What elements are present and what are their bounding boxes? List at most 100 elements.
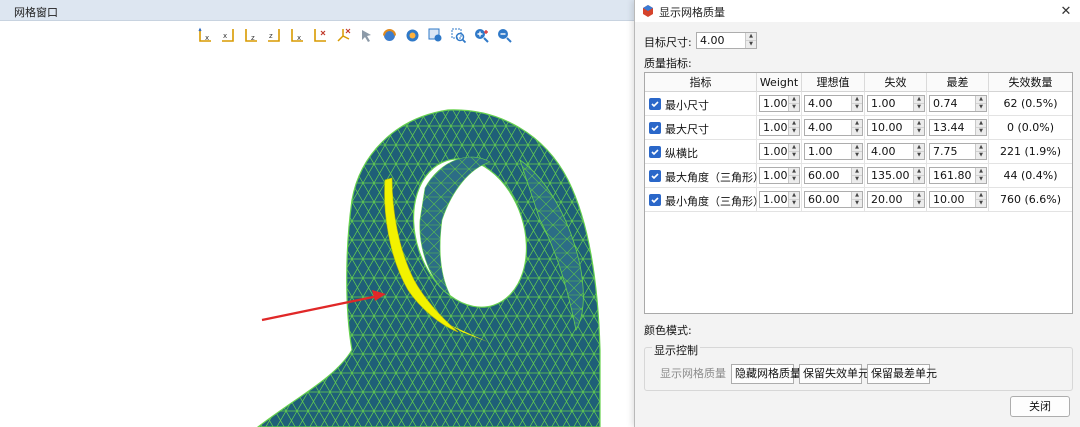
worst-stepper[interactable]: 13.44 ▲ ▼ [929, 119, 987, 136]
ideal-stepper[interactable]: 1.00 ▲ ▼ [804, 143, 863, 160]
zoom-box-icon[interactable] [426, 26, 445, 45]
weight-stepper[interactable]: 1.00 ▲ ▼ [759, 119, 800, 136]
ideal-stepper[interactable]: 4.00 ▲ ▼ [804, 119, 863, 136]
spin-up-icon[interactable]: ▲ [914, 96, 924, 103]
spin-down-icon[interactable]: ▼ [976, 199, 986, 207]
column-header[interactable]: 最差 [927, 73, 989, 92]
target-size-stepper[interactable]: 4.00 ▲ ▼ [696, 32, 757, 49]
ideal-stepper[interactable]: 4.00 ▲ ▼ [804, 95, 863, 112]
close-button[interactable]: 关闭 [1010, 396, 1070, 417]
spin-up-icon[interactable]: ▲ [852, 144, 862, 151]
keep-worst-elements-button[interactable]: 保留最差单元 [867, 364, 937, 384]
mesh-window: 网格窗口 x x z z x [0, 0, 640, 427]
spin-down-icon[interactable]: ▼ [852, 103, 862, 111]
spin-up-icon[interactable]: ▲ [789, 96, 799, 103]
spin-up-icon[interactable]: ▲ [976, 144, 986, 151]
spin-up-icon[interactable]: ▲ [914, 120, 924, 127]
show-mesh-quality-button[interactable]: 显示网格质量 [656, 364, 726, 384]
row-checkbox[interactable] [649, 122, 661, 134]
spin-down-icon[interactable]: ▼ [852, 199, 862, 207]
worst-stepper[interactable]: 0.74 ▲ ▼ [929, 95, 987, 112]
keep-failed-elements-button[interactable]: 保留失效单元 [799, 364, 869, 384]
axis-y-z-icon[interactable]: z [242, 26, 261, 45]
weight-stepper[interactable]: 1.00 ▲ ▼ [759, 167, 800, 184]
spin-down-icon[interactable]: ▼ [789, 175, 799, 183]
spin-down-icon[interactable]: ▼ [914, 175, 924, 183]
axis-x-z-icon[interactable] [311, 26, 330, 45]
spin-up-icon[interactable]: ▲ [789, 192, 799, 199]
column-header[interactable]: 失效数量 [989, 73, 1072, 92]
hide-mesh-quality-button[interactable]: 隐藏网格质量 [731, 364, 801, 384]
spin-down-icon[interactable]: ▼ [976, 103, 986, 111]
axis-x-y-icon[interactable]: x [219, 26, 238, 45]
select-arrow-icon[interactable] [357, 26, 376, 45]
row-checkbox[interactable] [649, 98, 661, 110]
spin-down-icon[interactable]: ▼ [976, 151, 986, 159]
weight-stepper[interactable]: 1.00 ▲ ▼ [759, 191, 800, 208]
spin-down-icon[interactable]: ▼ [852, 175, 862, 183]
spin-down-icon[interactable]: ▼ [914, 199, 924, 207]
axis-y-x-icon[interactable]: x [196, 26, 215, 45]
display-control-group: 显示控制 显示网格质量 隐藏网格质量 保留失效单元 保留最差单元 [644, 342, 1073, 391]
spin-down-icon[interactable]: ▼ [746, 40, 756, 48]
column-header[interactable]: Weight [757, 73, 802, 92]
spin-up-icon[interactable]: ▲ [914, 168, 924, 175]
spin-up-icon[interactable]: ▲ [976, 120, 986, 127]
spin-up-icon[interactable]: ▲ [746, 33, 756, 40]
spin-up-icon[interactable]: ▲ [852, 168, 862, 175]
mesh-quality-dialog: 显示网格质量 ✕ 目标尺寸: 4.00 ▲ ▼ 质量指标: 指标 Weight 理… [634, 0, 1080, 427]
spin-up-icon[interactable]: ▲ [976, 168, 986, 175]
spin-down-icon[interactable]: ▼ [789, 127, 799, 135]
fail-stepper[interactable]: 20.00 ▲ ▼ [867, 191, 925, 208]
fail-stepper[interactable]: 135.00 ▲ ▼ [867, 167, 925, 184]
spin-down-icon[interactable]: ▼ [789, 151, 799, 159]
spin-up-icon[interactable]: ▲ [976, 192, 986, 199]
spin-up-icon[interactable]: ▲ [976, 96, 986, 103]
fit-view-icon[interactable] [403, 26, 422, 45]
zoom-out-icon[interactable] [495, 26, 514, 45]
ideal-stepper[interactable]: 60.00 ▲ ▼ [804, 167, 863, 184]
axis-z-x-icon[interactable]: x [288, 26, 307, 45]
spin-up-icon[interactable]: ▲ [914, 192, 924, 199]
worst-stepper[interactable]: 161.80 ▲ ▼ [929, 167, 987, 184]
spin-down-icon[interactable]: ▼ [789, 199, 799, 207]
spin-down-icon[interactable]: ▼ [852, 127, 862, 135]
row-checkbox[interactable] [649, 146, 661, 158]
close-icon[interactable]: ✕ [1057, 2, 1075, 20]
svg-text:z: z [269, 32, 273, 40]
weight-stepper[interactable]: 1.00 ▲ ▼ [759, 143, 800, 160]
spin-up-icon[interactable]: ▲ [789, 168, 799, 175]
axis-z-y-icon[interactable]: z [265, 26, 284, 45]
spin-up-icon[interactable]: ▲ [789, 120, 799, 127]
spin-up-icon[interactable]: ▲ [789, 144, 799, 151]
color-mode-label: 颜色模式: [644, 324, 692, 337]
spin-down-icon[interactable]: ▼ [914, 103, 924, 111]
fail-stepper[interactable]: 1.00 ▲ ▼ [867, 95, 925, 112]
spin-down-icon[interactable]: ▼ [852, 151, 862, 159]
worst-stepper[interactable]: 7.75 ▲ ▼ [929, 143, 987, 160]
spin-up-icon[interactable]: ▲ [852, 120, 862, 127]
spin-up-icon[interactable]: ▲ [914, 144, 924, 151]
spin-down-icon[interactable]: ▼ [914, 151, 924, 159]
rotate-icon[interactable] [380, 26, 399, 45]
spin-down-icon[interactable]: ▼ [914, 127, 924, 135]
column-header[interactable]: 指标 [645, 73, 757, 92]
zoom-in-icon[interactable] [472, 26, 491, 45]
row-checkbox[interactable] [649, 170, 661, 182]
spin-down-icon[interactable]: ▼ [976, 127, 986, 135]
spin-up-icon[interactable]: ▲ [852, 96, 862, 103]
ideal-stepper[interactable]: 60.00 ▲ ▼ [804, 191, 863, 208]
fail-stepper[interactable]: 4.00 ▲ ▼ [867, 143, 925, 160]
column-header[interactable]: 失效 [865, 73, 927, 92]
fail-stepper[interactable]: 10.00 ▲ ▼ [867, 119, 925, 136]
spin-down-icon[interactable]: ▼ [789, 103, 799, 111]
mesh-viewport[interactable] [0, 50, 640, 427]
axis-isometric-icon[interactable] [334, 26, 353, 45]
column-header[interactable]: 理想值 [802, 73, 865, 92]
spin-up-icon[interactable]: ▲ [852, 192, 862, 199]
row-checkbox[interactable] [649, 194, 661, 206]
zoom-window-icon[interactable] [449, 26, 468, 45]
worst-stepper[interactable]: 10.00 ▲ ▼ [929, 191, 987, 208]
spin-down-icon[interactable]: ▼ [976, 175, 986, 183]
weight-stepper[interactable]: 1.00 ▲ ▼ [759, 95, 800, 112]
